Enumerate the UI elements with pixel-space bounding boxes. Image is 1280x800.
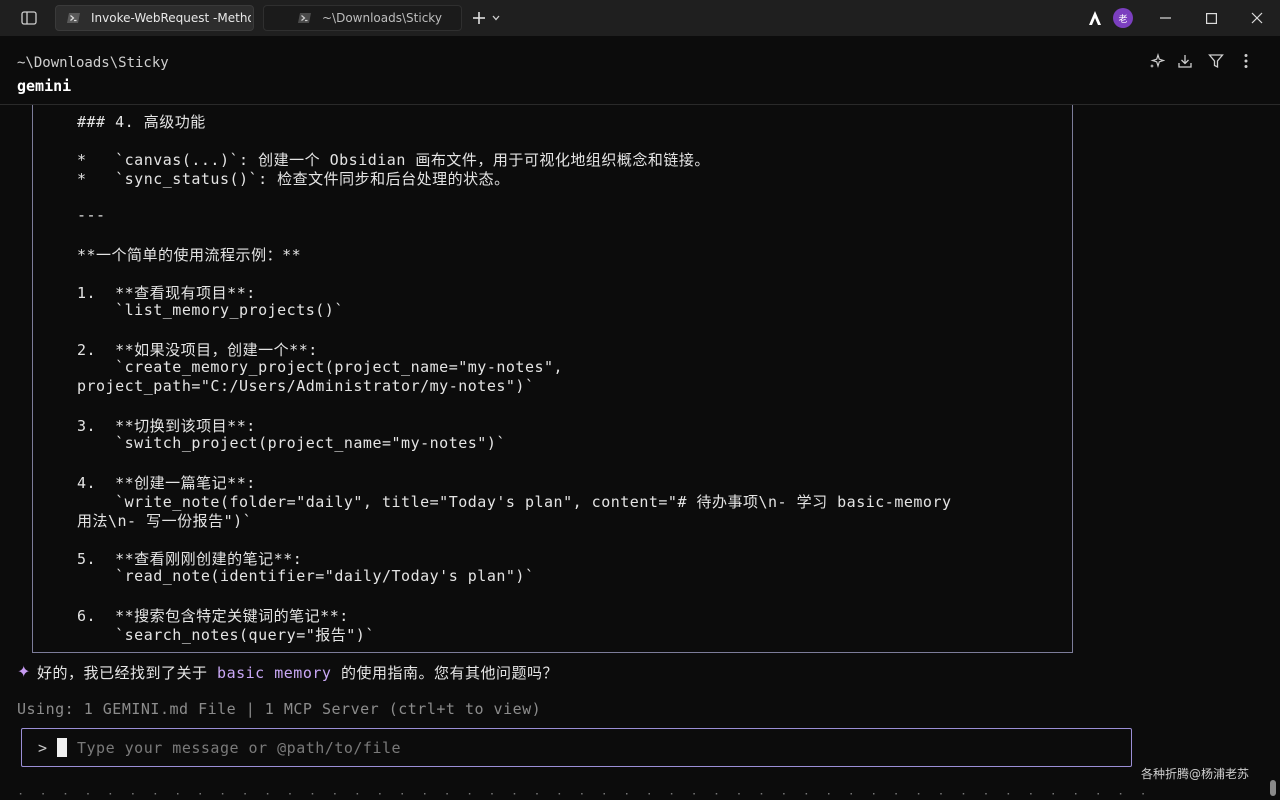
message-input[interactable]: > Type your message or @path/to/file	[21, 728, 1132, 767]
output-line: * `sync_status()`: 检查文件同步和后台处理的状态。	[77, 170, 510, 188]
text-cursor	[57, 738, 67, 757]
command-title: gemini	[17, 77, 72, 95]
more-options-icon[interactable]	[1237, 52, 1255, 70]
maximize-button[interactable]	[1188, 0, 1234, 36]
output-line: * `canvas(...)`: 创建一个 Obsidian 画布文件，用于可视…	[77, 151, 710, 169]
tab-downloads-sticky[interactable]: ~\Downloads\Sticky	[263, 5, 462, 31]
filter-icon[interactable]	[1207, 52, 1225, 70]
output-line: `read_note(identifier="daily/Today's pla…	[77, 567, 535, 585]
powershell-icon	[298, 11, 312, 25]
input-placeholder: Type your message or @path/to/file	[77, 739, 402, 757]
output-line: ### 4. 高级功能	[77, 113, 206, 131]
output-line: 5. **查看刚刚创建的笔记**:	[77, 550, 303, 568]
output-line: ---	[77, 206, 106, 224]
new-tab-plus-icon[interactable]	[469, 8, 489, 28]
sidebar-toggle-icon[interactable]	[19, 8, 39, 28]
sparkle-icon[interactable]	[1148, 52, 1166, 70]
output-line: 3. **切换到该项目**:	[77, 417, 256, 435]
avatar-text: 老	[1118, 14, 1128, 25]
powershell-icon	[67, 11, 81, 25]
tab-invoke-webrequest[interactable]: Invoke-WebRequest -Method	[55, 5, 254, 31]
tab-title: Invoke-WebRequest -Method	[91, 11, 251, 25]
output-line: `write_note(folder="daily", title="Today…	[77, 493, 952, 511]
output-line: `switch_project(project_name="my-notes")…	[77, 434, 506, 452]
output-line: `create_memory_project(project_name="my-…	[77, 358, 564, 376]
current-path: ~\Downloads\Sticky	[17, 55, 169, 71]
prompt-symbol: >	[38, 739, 48, 757]
output-line: `list_memory_projects()`	[77, 301, 344, 319]
output-line: 6. **搜索包含特定关键词的笔记**:	[77, 607, 349, 625]
app-logo-icon	[1085, 8, 1105, 28]
watermark: 各种折腾@杨浦老苏	[1141, 767, 1250, 781]
assistant-reply: 好的，我已经找到了关于 basic memory 的使用指南。您有其他问题吗？	[37, 662, 558, 683]
reply-text-after: 的使用指南。您有其他问题吗？	[331, 664, 558, 682]
minimize-button[interactable]	[1142, 0, 1188, 36]
reply-highlight: basic memory	[217, 664, 332, 682]
output-line: `search_notes(query="报告")`	[77, 626, 375, 644]
download-icon[interactable]	[1176, 52, 1194, 70]
output-line: 1. **查看现有项目**:	[77, 284, 256, 302]
output-line: 2. **如果没项目，创建一个**:	[77, 341, 318, 359]
gemini-star-icon: ✦	[17, 662, 31, 681]
output-line: 4. **创建一篇笔记**:	[77, 474, 256, 492]
context-status: Using: 1 GEMINI.md File | 1 MCP Server (…	[17, 700, 542, 718]
output-line: project_path="C:/Users/Administrator/my-…	[77, 377, 535, 395]
close-button[interactable]	[1234, 0, 1280, 36]
output-line: 用法\n- 写一份报告")`	[77, 512, 253, 530]
scrollbar-thumb[interactable]	[1270, 780, 1276, 796]
title-bar: Invoke-WebRequest -Method ~\Downloads\St…	[0, 0, 1280, 36]
clipped-footer-line: · · · · · · · · · · · · · · · · · · · · …	[17, 793, 1157, 800]
chevron-down-icon[interactable]	[489, 8, 503, 28]
output-line: **一个简单的使用流程示例：**	[77, 246, 302, 264]
tab-title: ~\Downloads\Sticky	[322, 11, 442, 25]
reply-text-before: 好的，我已经找到了关于	[37, 664, 218, 682]
avatar[interactable]: 老	[1113, 8, 1133, 28]
